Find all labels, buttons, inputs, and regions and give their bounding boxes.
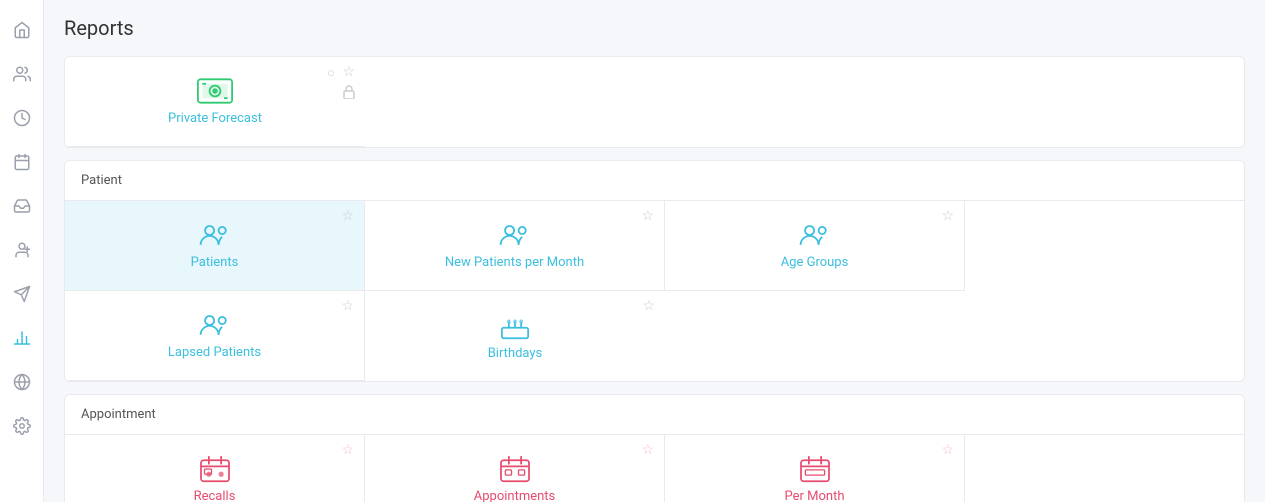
star-recalls[interactable]: ☆ [341, 443, 354, 457]
star-appointments[interactable]: ☆ [641, 443, 654, 457]
sidebar-item-inbox[interactable] [4, 188, 40, 224]
appointments-icon [497, 455, 533, 483]
sidebar-item-patients[interactable] [4, 56, 40, 92]
lock-icon [343, 85, 355, 99]
section-patient: Patient ☆ Patients ☆ [64, 160, 1245, 382]
section-appointment: Appointment ☆ Recall [64, 394, 1245, 502]
page-title: Reports [64, 16, 1245, 40]
report-card-new-patients[interactable]: ☆ New Patients per Month [365, 201, 665, 291]
star-new-patients[interactable]: ☆ [641, 209, 654, 223]
lapsed-patients-label: Lapsed Patients [168, 345, 261, 360]
patient-grid: ☆ Patients ☆ [65, 201, 1244, 381]
appointment-grid: ☆ Recalls ☆ [65, 435, 1244, 502]
star-patients[interactable]: ☆ [341, 209, 354, 223]
section-financial: ☆ Private Forecast ○ [64, 56, 1245, 148]
new-patients-icon [497, 221, 533, 249]
appointment-section-header: Appointment [65, 395, 1244, 435]
patients-label: Patients [191, 255, 239, 270]
star-birthdays[interactable]: ☆ [642, 299, 655, 313]
recalls-icon [197, 455, 233, 483]
financial-grid: ☆ Private Forecast ○ [65, 57, 1244, 147]
sidebar-item-home[interactable] [4, 12, 40, 48]
report-card-birthdays[interactable]: ☆ Birthdays [365, 291, 665, 381]
sidebar-item-globe[interactable] [4, 364, 40, 400]
age-groups-icon [797, 221, 833, 249]
recalls-label: Recalls [194, 489, 236, 502]
per-month-label: Per Month [785, 489, 845, 502]
sidebar-item-settings[interactable] [4, 408, 40, 444]
sidebar [0, 0, 44, 502]
report-card-recalls[interactable]: ☆ Recalls [65, 435, 365, 502]
report-card-patients[interactable]: ☆ Patients [65, 201, 365, 291]
star-private-forecast[interactable]: ☆ [342, 65, 355, 79]
birthdays-icon [497, 312, 533, 340]
report-card-lapsed-patients[interactable]: ☆ Lapsed Patients [65, 291, 365, 381]
report-card-private-forecast[interactable]: ☆ Private Forecast ○ [65, 57, 365, 147]
new-patients-label: New Patients per Month [445, 255, 584, 270]
star-per-month[interactable]: ☆ [941, 443, 954, 457]
birthdays-label: Birthdays [488, 346, 543, 361]
circle-icon: ○ [327, 65, 335, 81]
sidebar-item-clock[interactable] [4, 100, 40, 136]
per-month-icon [797, 455, 833, 483]
sidebar-item-chart[interactable] [4, 320, 40, 356]
patient-section-header: Patient [65, 161, 1244, 201]
appointments-label: Appointments [474, 489, 556, 502]
private-forecast-label: Private Forecast [168, 111, 262, 126]
lapsed-patients-icon [197, 311, 233, 339]
patients-icon [197, 221, 233, 249]
report-card-appointments[interactable]: ☆ Appointments 0 Appointments [365, 435, 665, 502]
sidebar-item-send[interactable] [4, 276, 40, 312]
private-forecast-icon [197, 77, 233, 105]
star-lapsed-patients[interactable]: ☆ [341, 299, 354, 313]
age-groups-label: Age Groups [781, 255, 849, 270]
report-card-per-month[interactable]: ☆ Per Month 0 Per Month [665, 435, 965, 502]
report-card-age-groups[interactable]: ☆ Age Groups [665, 201, 965, 291]
sidebar-item-add-user[interactable] [4, 232, 40, 268]
star-age-groups[interactable]: ☆ [941, 209, 954, 223]
sidebar-item-calendar[interactable] [4, 144, 40, 180]
main-content: Reports ☆ Private Forecast [44, 0, 1265, 502]
